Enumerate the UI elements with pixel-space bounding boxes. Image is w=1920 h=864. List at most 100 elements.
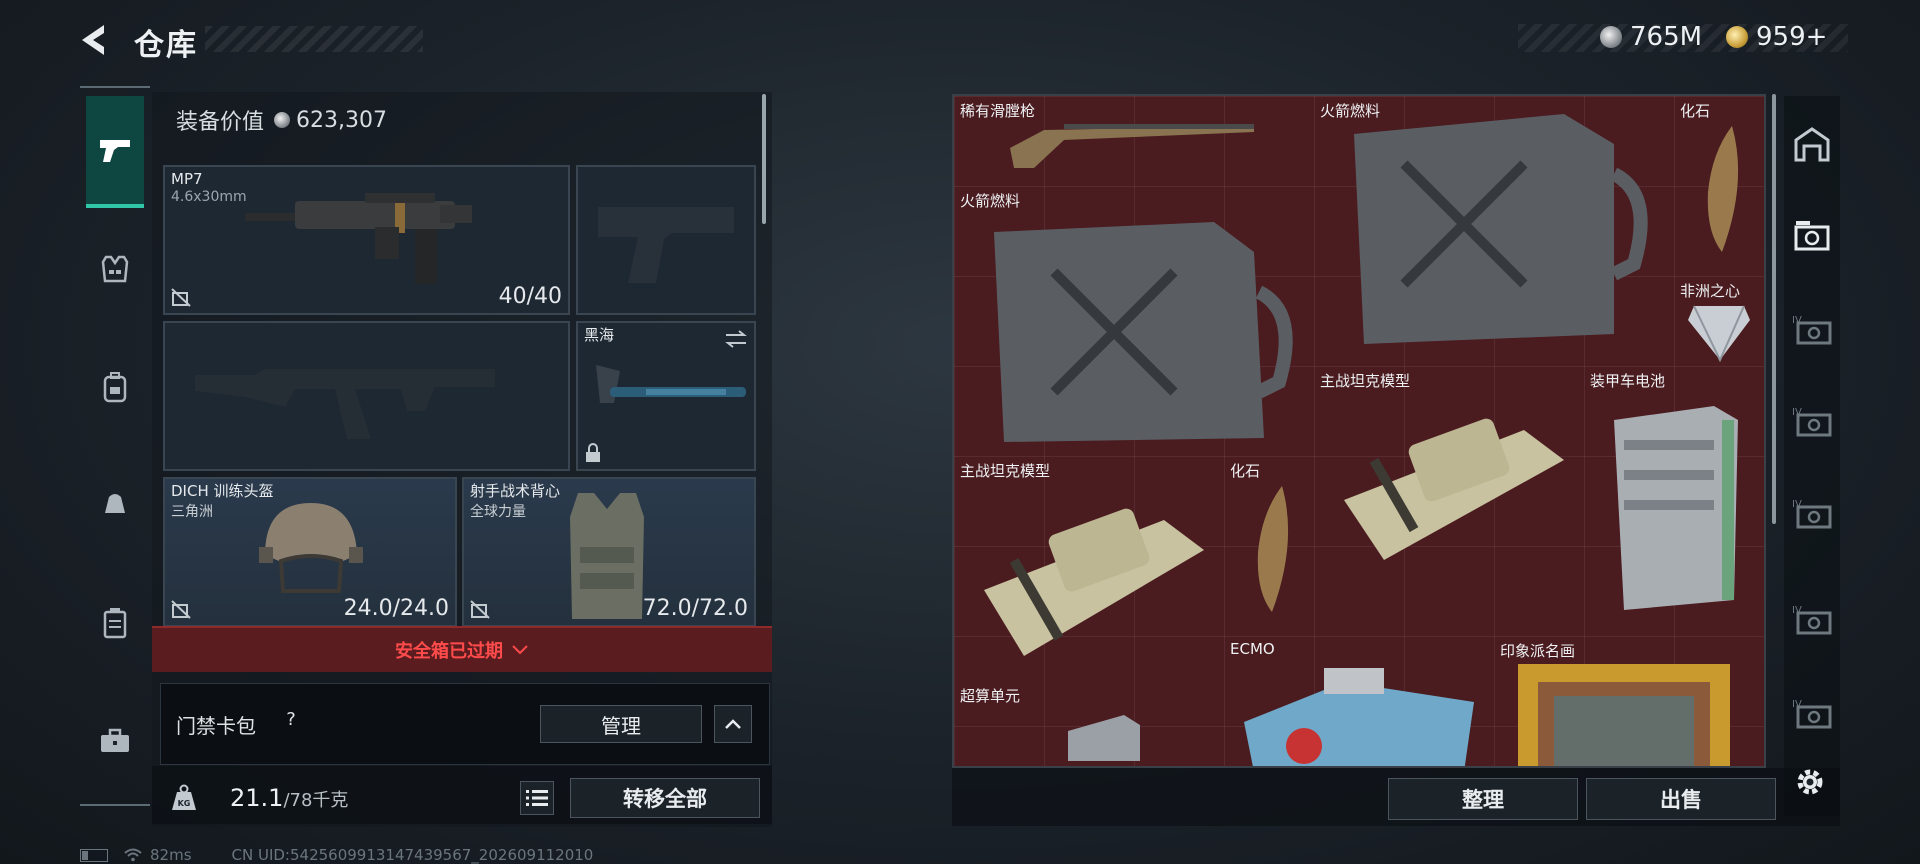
grid-item[interactable]: 主战坦克模型 [1314, 366, 1584, 591]
gold-coin-icon [1726, 26, 1748, 48]
storage-tab-iv-1[interactable]: IV [1790, 308, 1834, 352]
grid-item[interactable]: 化石 [1674, 96, 1764, 276]
vest-faction: 全球力量 [470, 504, 526, 520]
nav-weapons-tab[interactable] [86, 96, 144, 208]
transfer-all-button[interactable]: 转移全部 [570, 778, 760, 818]
manage-button[interactable]: 管理 [540, 705, 702, 743]
grid-item[interactable]: 火箭燃料 [954, 186, 1314, 456]
weight-readout: 21.1/78千克 [230, 784, 348, 812]
storage-box-icon: IV [1792, 499, 1832, 529]
gear-icon [1797, 769, 1823, 795]
grid-item[interactable]: 装甲车电池 [1584, 366, 1764, 636]
storage-tab-iv-3[interactable]: IV [1790, 492, 1834, 536]
silver-amount: 765M [1630, 22, 1703, 52]
weight-current: 21.1 [230, 784, 284, 812]
battery-icon [80, 848, 108, 862]
storage-tab-iv-4[interactable]: IV [1790, 598, 1834, 642]
grid-item[interactable]: 非洲之心 [1674, 276, 1764, 366]
safebox-expired-bar[interactable]: 安全箱已过期 [152, 626, 772, 672]
secondary-weapon-slot[interactable] [163, 321, 570, 471]
storage-box-icon: IV [1792, 699, 1832, 729]
item-label: 装甲车电池 [1590, 372, 1666, 390]
fossil-claw-image [1257, 486, 1289, 612]
storage-tab-main[interactable] [1790, 122, 1834, 166]
storage-tab-iv-5[interactable]: IV [1790, 692, 1834, 736]
silver-currency[interactable]: 765M [1600, 20, 1702, 54]
chevron-up-icon [725, 719, 741, 729]
item-label: 印象派名画 [1500, 642, 1576, 660]
storage-scrollbar[interactable] [1772, 94, 1776, 524]
swap-icon[interactable] [724, 329, 748, 349]
tank-model-image [1344, 418, 1564, 560]
item-label: ECMO [1230, 640, 1275, 658]
melee-slot[interactable]: 黑海 [576, 321, 756, 471]
grid-item[interactable]: ECMO [1224, 636, 1494, 766]
list-view-button[interactable] [520, 781, 554, 815]
vest-icon [101, 255, 129, 283]
page-title: 仓库 [134, 28, 198, 63]
insured-icon [171, 600, 191, 619]
grid-item[interactable]: 火箭燃料 [1314, 96, 1674, 366]
tank-model-image [984, 508, 1204, 656]
equipment-scrollbar[interactable] [762, 94, 766, 224]
vest-slot[interactable]: 射手战术背心 全球力量 72.0/72.0 [462, 477, 756, 627]
item-label: 化石 [1680, 102, 1711, 120]
sort-button[interactable]: 整理 [1388, 778, 1578, 820]
storage-tab-1[interactable] [1790, 214, 1834, 258]
back-arrow-icon [82, 25, 104, 55]
battery-pack-image [1614, 406, 1738, 610]
nav-toolbox-tab[interactable] [86, 712, 144, 770]
uid: CN UID:542560991314743956​7_202609112010 [231, 846, 594, 864]
ecmo-image [1244, 668, 1474, 766]
toolbox-icon [101, 728, 129, 752]
grid-item[interactable]: 主战坦克模型 [954, 456, 1224, 681]
jerrycan-image [994, 222, 1293, 442]
insured-icon [171, 288, 191, 307]
title-decoration [205, 26, 423, 52]
pouch-icon [105, 494, 125, 513]
item-label: 主战坦克模型 [1320, 372, 1411, 390]
storage-tab-iv-2[interactable]: IV [1790, 400, 1834, 444]
tab-label: IV [1792, 699, 1802, 710]
helmet-slot[interactable]: DICH 训练头盔 三角洲 24.0/24.0 [163, 477, 457, 627]
sell-button[interactable]: 出售 [1586, 778, 1776, 820]
nav-pouch-tab[interactable] [86, 474, 144, 532]
item-label: 主战坦克模型 [960, 462, 1051, 480]
back-button[interactable] [78, 22, 110, 58]
nav-armor-tab[interactable] [86, 240, 144, 298]
helmet-durability: 24.0/24.0 [343, 596, 449, 621]
equipment-value: 装备价值 623,307 [176, 104, 387, 136]
primary-weapon-slot[interactable]: MP7 4.6x30mm 40/40 [163, 165, 570, 315]
nav-divider-bottom [80, 804, 150, 806]
diamond-image [1688, 305, 1750, 362]
gold-currency[interactable]: 959+ [1726, 20, 1827, 54]
grid-item[interactable]: 稀有滑膛枪 [954, 96, 1314, 186]
lock-icon [586, 443, 600, 462]
nav-divider-top [80, 86, 150, 88]
server-unit-image [1068, 715, 1140, 761]
equipment-value-amount: 623,307 [296, 107, 387, 133]
ping: 82ms [150, 846, 192, 864]
grid-item[interactable]: 超算单元 [954, 681, 1224, 766]
help-icon[interactable]: ? [280, 709, 302, 731]
collapse-button[interactable] [714, 705, 752, 743]
silver-coin-icon [1600, 26, 1622, 48]
settings-button[interactable] [1792, 764, 1828, 800]
nav-backpack-tab[interactable] [86, 358, 144, 416]
nav-case-tab[interactable] [86, 594, 144, 652]
status-bar: 82ms CN UID:542560991314743956​7_2026091… [80, 846, 593, 864]
grid-item[interactable]: 化石 [1224, 456, 1314, 636]
gold-amount: 959+ [1756, 22, 1828, 52]
safebox-status: 安全箱已过期 [395, 641, 503, 662]
grid-item[interactable]: 印象派名画 [1494, 636, 1764, 766]
tab-label: IV [1792, 407, 1802, 418]
silver-coin-icon [274, 112, 291, 128]
vest-durability: 72.0/72.0 [642, 596, 748, 621]
weight-icon: KG [172, 784, 196, 810]
sidearm-slot[interactable] [576, 165, 756, 315]
smg-image [245, 193, 472, 284]
pistol-icon [100, 140, 130, 162]
equipment-value-label: 装备价值 [176, 110, 265, 135]
wifi-icon [124, 848, 142, 862]
tab-label: IV [1792, 315, 1802, 326]
